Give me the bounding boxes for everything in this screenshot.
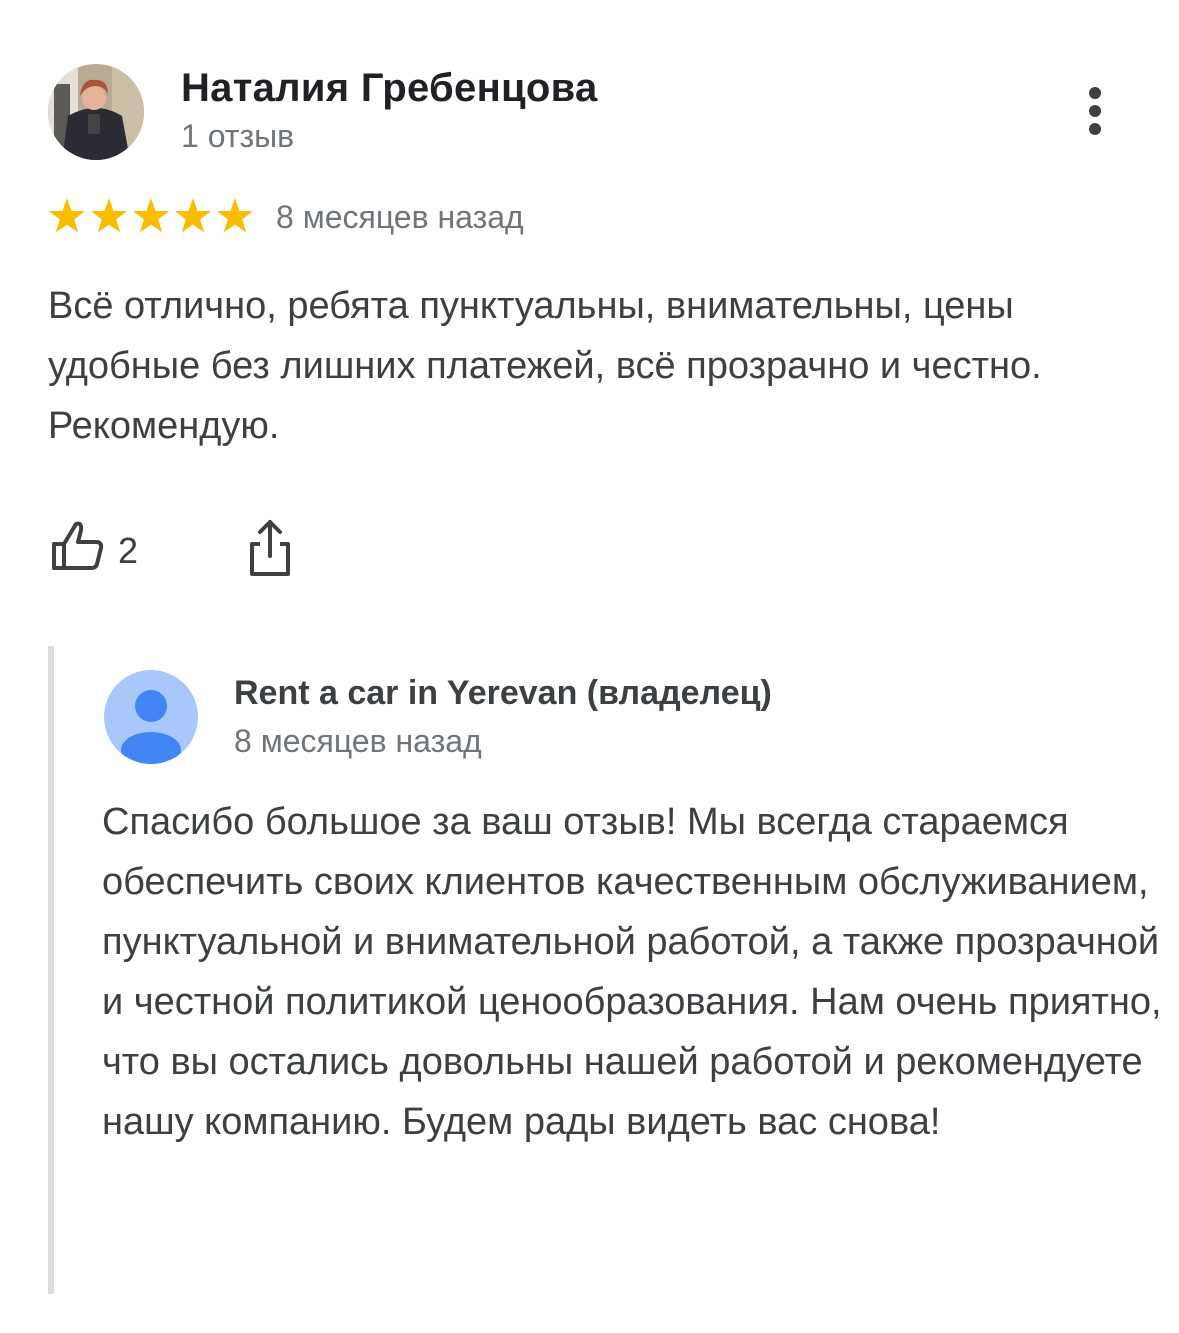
more-options-button[interactable] (1072, 82, 1118, 142)
star-icon (48, 198, 86, 233)
review-date: 8 месяцев назад (276, 199, 524, 235)
share-icon (250, 520, 290, 576)
like-count: 2 (118, 530, 139, 571)
like-button[interactable]: 2 (48, 516, 158, 580)
reviewer-avatar[interactable] (48, 64, 144, 160)
owner-reply: Rent a car in Yerevan (владелец) 8 месяц… (48, 646, 1164, 1294)
thumb-up-icon (52, 521, 104, 570)
star-icon (90, 198, 128, 233)
owner-avatar-icon (104, 670, 198, 764)
rating-stars (48, 198, 254, 233)
reviewer-review-count: 1 отзыв (181, 118, 295, 154)
star-icon (216, 198, 254, 233)
reviewer-name[interactable]: Наталия Гребенцова (181, 66, 598, 111)
owner-reply-date: 8 месяцев назад (234, 723, 482, 759)
share-button[interactable] (242, 516, 298, 580)
owner-name[interactable]: Rent a car in Yerevan (владелец) (234, 674, 772, 713)
review-text: Всё отлично, ребята пунктуальны, внимате… (48, 285, 1042, 447)
owner-reply-text: Спасибо большое за ваш отзыв! Мы всегда … (102, 801, 1162, 1143)
star-icon (174, 198, 212, 233)
more-vert-icon (1089, 87, 1101, 135)
star-icon (132, 198, 170, 233)
